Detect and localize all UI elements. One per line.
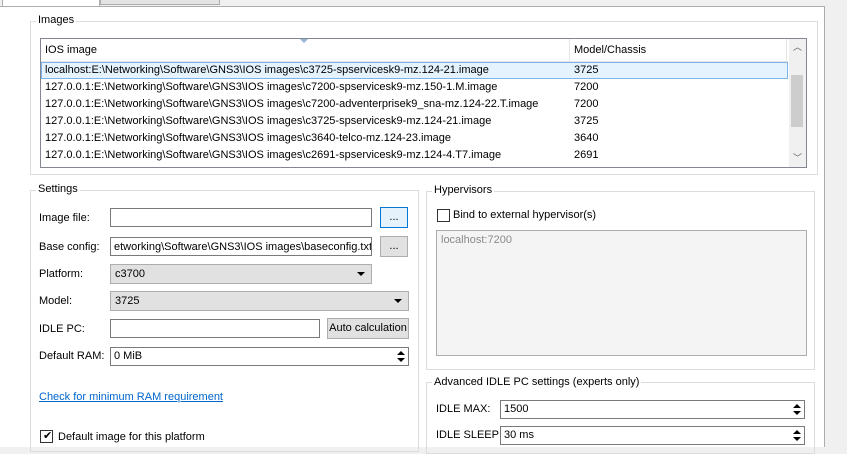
ios-image-cell: 127.0.0.1:E:\Networking\Software\GNS3\IO…	[45, 149, 502, 161]
ios-image-cell: 127.0.0.1:E:\Networking\Software\GNS3\IO…	[45, 132, 451, 144]
table-row[interactable]: localhost:E:\Networking\Software\GNS3\IO…	[41, 62, 788, 79]
model-label: Model:	[39, 295, 73, 307]
default-ram-spinbox[interactable]: 0 MiB	[110, 347, 409, 366]
image-file-browse-button[interactable]: ...	[380, 207, 408, 228]
hypervisor-list-item: localhost:7200	[441, 234, 512, 246]
check-ram-link[interactable]: Check for minimum RAM requirement	[39, 391, 223, 403]
idle-max-value: 1500	[504, 403, 529, 415]
default-image-label[interactable]: Default image for this platform	[58, 431, 205, 443]
bind-hypervisor-label[interactable]: Bind to external hypervisor(s)	[453, 209, 596, 221]
default-image-checkbox[interactable]: ✔	[40, 430, 53, 443]
tab-hypervisors[interactable]	[100, 0, 220, 5]
spin-buttons[interactable]	[790, 401, 804, 418]
idle-sleep-label: IDLE SLEEP:	[436, 429, 503, 441]
scroll-down-arrow-icon[interactable]: ﹀	[789, 150, 806, 167]
spin-down-icon[interactable]	[793, 411, 801, 415]
platform-label: Platform:	[39, 268, 84, 280]
table-row[interactable]: 127.0.0.1:E:\Networking\Software\GNS3\IO…	[41, 113, 788, 130]
spin-up-icon[interactable]	[793, 430, 801, 434]
ios-image-cell: localhost:E:\Networking\Software\GNS3\IO…	[45, 64, 489, 76]
hypervisor-list: localhost:7200	[436, 230, 807, 356]
model-value: 3725	[115, 295, 140, 307]
scroll-up-arrow-icon[interactable]: ︿	[789, 39, 806, 56]
table-row[interactable]: 127.0.0.1:E:\Networking\Software\GNS3\IO…	[41, 79, 788, 96]
column-header-model-chassis[interactable]: Model/Chassis	[570, 39, 774, 61]
sort-indicator-icon	[300, 39, 308, 43]
table-row[interactable]: 127.0.0.1:E:\Networking\Software\GNS3\IO…	[41, 96, 788, 113]
default-ram-value: 0 MiB	[114, 350, 143, 362]
spin-up-icon[interactable]	[397, 351, 405, 355]
idle-pc-input[interactable]	[110, 319, 320, 338]
base-config-input[interactable]: etworking\Software\GNS3\IOS images\basec…	[110, 237, 372, 256]
column-separator[interactable]	[786, 39, 787, 61]
spin-buttons[interactable]	[790, 427, 804, 444]
model-chassis-cell: 2691	[574, 149, 599, 161]
ios-image-cell: 127.0.0.1:E:\Networking\Software\GNS3\IO…	[45, 98, 539, 110]
auto-calculation-button[interactable]: Auto calculation	[327, 318, 409, 339]
ios-image-cell: 127.0.0.1:E:\Networking\Software\GNS3\IO…	[45, 115, 492, 127]
idle-max-label: IDLE MAX:	[436, 403, 491, 415]
model-select[interactable]: 3725	[110, 291, 409, 311]
model-chassis-cell: 7200	[574, 81, 599, 93]
hypervisors-group-title: Hypervisors	[432, 184, 495, 196]
base-config-label: Base config:	[39, 241, 100, 253]
idle-max-spinbox[interactable]: 1500	[500, 400, 805, 419]
chevron-down-icon	[357, 272, 365, 276]
spin-down-icon[interactable]	[793, 437, 801, 441]
idle-sleep-spinbox[interactable]: 30 ms	[500, 426, 805, 445]
idle-settings-group-title: Advanced IDLE PC settings (experts only)	[432, 376, 642, 388]
model-chassis-cell: 3640	[574, 132, 599, 144]
idle-sleep-value: 30 ms	[504, 429, 534, 441]
default-ram-label: Default RAM:	[39, 350, 105, 362]
ios-image-cell: 127.0.0.1:E:\Networking\Software\GNS3\IO…	[45, 81, 498, 93]
model-chassis-cell: 7200	[574, 98, 599, 110]
spin-down-icon[interactable]	[397, 358, 405, 362]
image-file-label: Image file:	[39, 212, 90, 224]
platform-value: c3700	[115, 268, 145, 280]
chevron-down-icon	[394, 299, 402, 303]
checkmark-icon: ✔	[43, 430, 53, 442]
bind-hypervisor-checkbox[interactable]	[437, 209, 450, 222]
model-chassis-cell: 3725	[574, 115, 599, 127]
base-config-browse-button[interactable]: ...	[380, 236, 408, 257]
image-file-input[interactable]	[110, 208, 372, 227]
table-row[interactable]: 127.0.0.1:E:\Networking\Software\GNS3\IO…	[41, 130, 788, 147]
list-header: IOS image Model/Chassis	[41, 39, 788, 62]
settings-group-title: Settings	[36, 183, 80, 195]
images-list[interactable]: IOS image Model/Chassis localhost:E:\Net…	[40, 38, 807, 168]
platform-select[interactable]: c3700	[110, 264, 372, 284]
idle-pc-label: IDLE PC:	[39, 323, 85, 335]
list-vertical-scrollbar[interactable]: ︿ ﹀	[789, 39, 806, 167]
spin-buttons[interactable]	[394, 348, 408, 365]
spin-up-icon[interactable]	[793, 404, 801, 408]
scrollbar-thumb[interactable]	[791, 75, 803, 127]
table-row[interactable]: 127.0.0.1:E:\Networking\Software\GNS3\IO…	[41, 147, 788, 164]
model-chassis-cell: 3725	[574, 64, 599, 76]
images-group-title: Images	[36, 14, 77, 26]
